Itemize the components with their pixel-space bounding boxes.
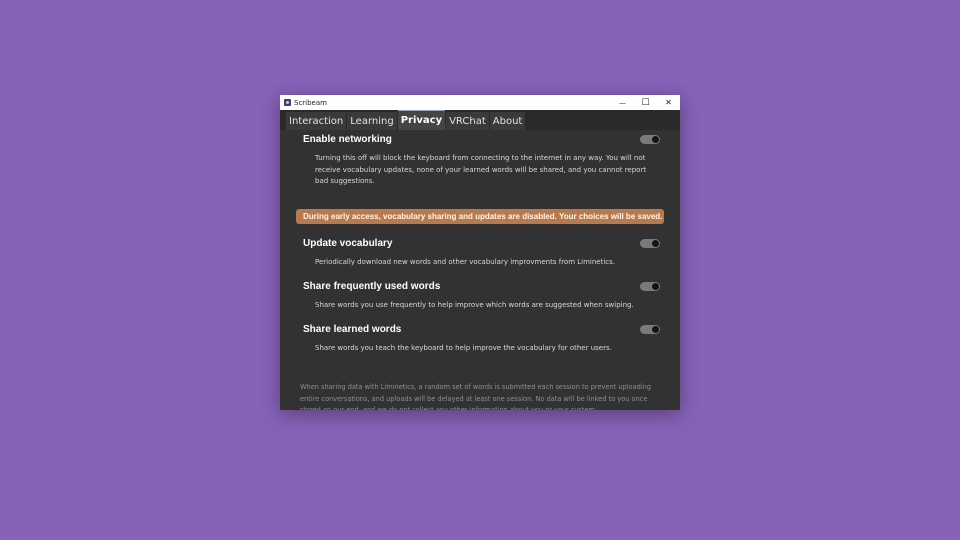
enable-networking-description: Turning this off will block the keyboard… [315, 154, 647, 185]
share-frequent-words-title: Share frequently used words [303, 281, 441, 292]
enable-networking-title: Enable networking [303, 134, 392, 145]
update-vocabulary-toggle[interactable] [640, 239, 660, 248]
window-title: Scribeam [294, 98, 327, 107]
tab-label: Interaction [289, 115, 344, 127]
close-button[interactable]: ✕ [657, 95, 680, 110]
tab-learning[interactable]: Learning [347, 112, 397, 130]
minimize-icon: — [619, 98, 626, 107]
close-icon: ✕ [665, 98, 672, 107]
tab-label: About [492, 115, 523, 127]
toggle-knob [652, 240, 659, 247]
toggle-knob [652, 136, 659, 143]
privacy-footer-note: When sharing data with Liminetics, a ran… [300, 383, 651, 410]
update-vocabulary-title: Update vocabulary [303, 238, 393, 249]
tab-label: Learning [350, 115, 394, 127]
app-window: Scribeam — ☐ ✕ Interaction Learning Priv… [280, 95, 680, 410]
toggle-knob [652, 326, 659, 333]
share-learned-words-title: Share learned words [303, 324, 402, 335]
tab-interaction[interactable]: Interaction [286, 112, 347, 130]
tab-privacy[interactable]: Privacy [397, 110, 446, 130]
maximize-button[interactable]: ☐ [634, 95, 657, 110]
toggle-knob [652, 283, 659, 290]
share-learned-words-description: Share words you teach the keyboard to he… [315, 344, 612, 352]
tab-vrchat[interactable]: VRChat [446, 112, 489, 130]
privacy-panel: Enable networking Turning this off will … [280, 130, 680, 410]
tab-about[interactable]: About [489, 112, 526, 130]
maximize-icon: ☐ [641, 97, 650, 108]
update-vocabulary-description: Periodically download new words and othe… [315, 258, 616, 266]
title-bar[interactable]: Scribeam — ☐ ✕ [280, 95, 680, 110]
tab-bar: Interaction Learning Privacy VRChat Abou… [280, 110, 680, 130]
share-frequent-words-toggle[interactable] [640, 282, 660, 291]
tab-label: Privacy [400, 115, 443, 126]
window-controls: — ☐ ✕ [611, 95, 680, 110]
app-logo-icon [284, 99, 291, 106]
minimize-button[interactable]: — [611, 95, 634, 110]
early-access-banner: During early access, vocabulary sharing … [296, 209, 664, 224]
enable-networking-toggle[interactable] [640, 135, 660, 144]
share-frequent-words-description: Share words you use frequently to help i… [315, 301, 634, 309]
share-learned-words-toggle[interactable] [640, 325, 660, 334]
tab-label: VRChat [449, 115, 486, 127]
